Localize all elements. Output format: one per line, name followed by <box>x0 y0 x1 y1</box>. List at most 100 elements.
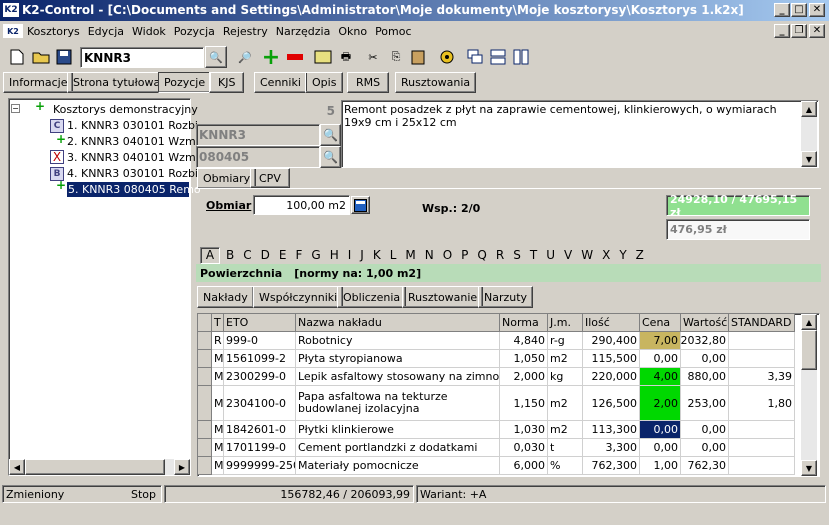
obmiar-input[interactable]: 100,00 m2 <box>253 195 350 215</box>
header-standard[interactable]: STANDARD <box>729 314 795 332</box>
doc-restore-icon[interactable]: ❐ <box>791 24 807 38</box>
letter[interactable]: I <box>348 248 352 262</box>
cell-t[interactable]: M <box>212 457 224 475</box>
cell-name[interactable]: Płyta styropianowa <box>296 350 500 368</box>
menu-pozycja[interactable]: Pozycja <box>170 25 219 38</box>
letter[interactable]: V <box>564 248 572 262</box>
description-scrollbar[interactable]: ▲ ▼ <box>801 101 817 167</box>
row-selector[interactable] <box>198 439 212 457</box>
cell-eto[interactable]: 1842601-0 <box>224 421 296 439</box>
cell-cena[interactable]: 2,00 <box>640 386 681 421</box>
header-jm[interactable]: J.m. <box>548 314 583 332</box>
table-row[interactable]: M 1842601-0 Płytki klinkierowe 1,030 m2 113,3… <box>198 421 801 439</box>
splitter[interactable] <box>192 98 195 476</box>
tile-vertical-icon[interactable] <box>510 46 532 68</box>
tab-rms[interactable]: RMS <box>347 72 390 93</box>
header-name[interactable]: Nazwa nakładu <box>296 314 500 332</box>
tile-horizontal-icon[interactable] <box>487 46 509 68</box>
menu-pomoc[interactable]: Pomoc <box>371 25 415 38</box>
cell-wartosc[interactable]: 0,00 <box>681 439 729 457</box>
cell-ilosc[interactable]: 115,500 <box>583 350 640 368</box>
scroll-left-icon[interactable]: ◀ <box>9 459 25 475</box>
cascade-windows-icon[interactable] <box>464 46 486 68</box>
cell-jm[interactable]: kg <box>548 368 583 386</box>
copy-icon[interactable]: ⎘ <box>385 46 407 68</box>
header-t[interactable]: T <box>212 314 224 332</box>
search-icon[interactable]: 🔍 <box>205 46 227 68</box>
letter[interactable]: B <box>226 248 234 262</box>
cell-eto[interactable]: 1701199-0 <box>224 439 296 457</box>
cell-t[interactable]: M <box>212 368 224 386</box>
header-cena[interactable]: Cena <box>640 314 681 332</box>
cell-std[interactable] <box>729 421 795 439</box>
cell-eto[interactable]: 9999999-250 <box>224 457 296 475</box>
row-selector[interactable] <box>198 332 212 350</box>
menu-kosztorys[interactable]: Kosztorys <box>23 25 84 38</box>
tab-strona-tytulowa[interactable]: Strona tytułowa <box>67 72 167 93</box>
code-search-icon[interactable]: 🔍 <box>320 146 341 168</box>
paste-icon[interactable] <box>407 46 429 68</box>
doc-minimize-icon[interactable]: _ <box>774 24 790 38</box>
tree-item[interactable]: 4. KNNR3 030101 Rozbi <box>67 166 198 181</box>
cell-ilosc[interactable]: 220,000 <box>583 368 640 386</box>
scroll-up-icon[interactable]: ▲ <box>801 101 817 117</box>
catalog-search-icon[interactable]: 🔍 <box>320 124 341 146</box>
cell-t[interactable]: M <box>212 386 224 421</box>
table-row[interactable]: M 1561099-2 Płyta styropianowa 1,050 m2 115,5… <box>198 350 801 368</box>
letter[interactable]: G <box>311 248 320 262</box>
description-box[interactable]: Remont posadzek z płyt na zaprawie cemen… <box>341 100 819 168</box>
cell-wartosc[interactable]: 762,30 <box>681 457 729 475</box>
table-row[interactable]: M 9999999-250 Materiały pomocnicze 6,000% 76… <box>198 457 801 475</box>
cell-wartosc[interactable]: 2032,80 <box>681 332 729 350</box>
grid-scroll-down-icon[interactable]: ▼ <box>801 460 817 476</box>
zoom-icon[interactable]: 🔎 <box>234 46 256 68</box>
preview-icon[interactable] <box>312 46 334 68</box>
tab-kjs[interactable]: KJS <box>209 72 245 93</box>
cell-cena[interactable]: 4,00 <box>640 368 681 386</box>
cell-norma[interactable]: 1,050 <box>500 350 548 368</box>
letter[interactable]: H <box>330 248 339 262</box>
row-selector[interactable] <box>198 368 212 386</box>
cell-norma[interactable]: 1,030 <box>500 421 548 439</box>
tree-scrollbar[interactable]: ◀ ▶ <box>9 459 190 475</box>
letter[interactable]: S <box>513 248 521 262</box>
cell-cena[interactable]: 1,00 <box>640 457 681 475</box>
letter[interactable]: W <box>581 248 593 262</box>
cell-t[interactable]: M <box>212 421 224 439</box>
maximize-icon[interactable]: □ <box>791 3 807 17</box>
cell-std[interactable]: 3,39 <box>729 368 795 386</box>
cell-jm[interactable]: t <box>548 439 583 457</box>
tab-rusztowanie[interactable]: Rusztowanie <box>402 286 484 308</box>
cell-norma[interactable]: 4,840 <box>500 332 548 350</box>
cell-ilosc[interactable]: 126,500 <box>583 386 640 421</box>
letter[interactable]: J <box>360 248 364 262</box>
menu-edycja[interactable]: Edycja <box>84 25 128 38</box>
cell-wartosc[interactable]: 0,00 <box>681 350 729 368</box>
tab-cpv[interactable]: CPV <box>250 168 290 188</box>
header-ilosc[interactable]: Ilość <box>583 314 640 332</box>
minimize-icon[interactable]: _ <box>774 3 790 17</box>
new-file-icon[interactable] <box>6 46 28 68</box>
grid-scroll-up-icon[interactable]: ▲ <box>801 314 817 330</box>
table-row[interactable]: M 1701199-0 Cement portlandzki z dodatkami… <box>198 439 801 457</box>
cell-name[interactable]: Cement portlandzki z dodatkami <box>296 439 500 457</box>
cell-wartosc[interactable]: 880,00 <box>681 368 729 386</box>
cell-t[interactable]: R <box>212 332 224 350</box>
menu-okno[interactable]: Okno <box>334 25 371 38</box>
tab-naklady[interactable]: Nakłady <box>197 286 254 308</box>
cell-jm[interactable]: % <box>548 457 583 475</box>
save-icon[interactable] <box>53 46 75 68</box>
cell-jm[interactable]: m2 <box>548 421 583 439</box>
menu-widok[interactable]: Widok <box>128 25 170 38</box>
cell-name[interactable]: Robotnicy <box>296 332 500 350</box>
cell-jm[interactable]: m2 <box>548 350 583 368</box>
grid-scroll-thumb[interactable] <box>801 330 817 370</box>
tab-obliczenia[interactable]: Obliczenia <box>337 286 407 308</box>
open-folder-icon[interactable] <box>30 46 52 68</box>
letter[interactable]: F <box>295 248 302 262</box>
cell-t[interactable]: M <box>212 350 224 368</box>
cell-name[interactable]: Płytki klinkierowe <box>296 421 500 439</box>
scroll-thumb[interactable] <box>25 459 165 475</box>
letter[interactable]: M <box>405 248 415 262</box>
row-selector[interactable] <box>198 457 212 475</box>
